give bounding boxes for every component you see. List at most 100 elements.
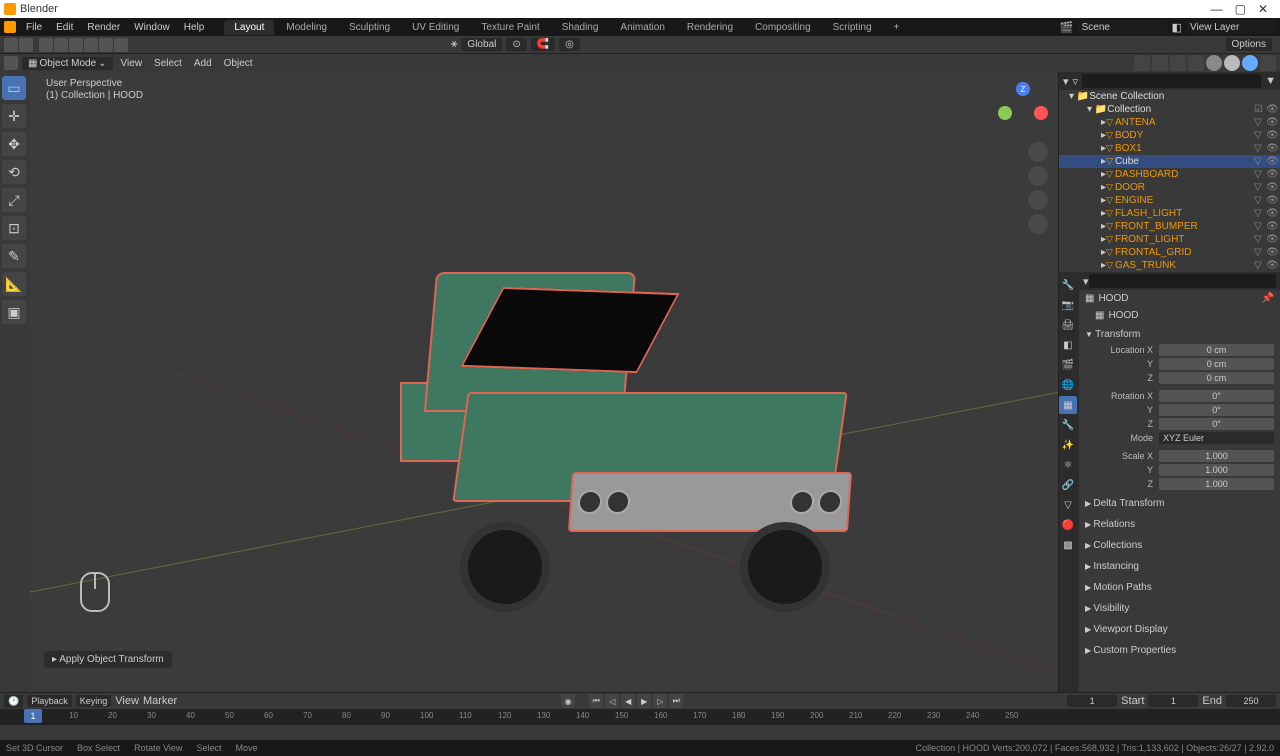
shading-solid-icon[interactable] — [1206, 55, 1222, 71]
perspective-toggle-icon[interactable] — [1028, 214, 1048, 234]
eye-icon[interactable]: 👁 — [1266, 143, 1276, 154]
eye-icon[interactable]: 👁 — [1266, 234, 1276, 245]
workspace-layout[interactable]: Layout — [224, 20, 274, 35]
snap-dropdown[interactable]: 🧲 — [531, 38, 555, 51]
prop-tab-viewlayer[interactable]: ◧ — [1059, 336, 1077, 354]
eye-icon[interactable]: 👁 — [1266, 104, 1276, 115]
eye-icon[interactable]: 👁 — [1266, 247, 1276, 258]
scale-tool[interactable]: ⤢ — [2, 188, 26, 212]
mesh-data-icon[interactable]: ▽ — [1254, 208, 1264, 219]
workspace-add[interactable]: + — [884, 20, 910, 35]
camera-icon[interactable] — [1028, 190, 1048, 210]
axis-z[interactable]: Z — [1016, 82, 1030, 96]
properties-section-header[interactable]: Instancing — [1085, 558, 1274, 575]
properties-section-header[interactable]: Motion Paths — [1085, 579, 1274, 596]
mesh-data-icon[interactable]: ▽ — [1254, 117, 1264, 128]
shading-options-icon[interactable] — [1260, 55, 1276, 71]
properties-dataname[interactable]: ▦ HOOD — [1079, 307, 1280, 324]
snap-icon-5[interactable] — [99, 38, 113, 52]
prop-tab-tool[interactable]: 🔧 — [1059, 276, 1077, 294]
select-box-tool[interactable]: ▭ — [2, 76, 26, 100]
keyframe-next-icon[interactable]: ▷ — [653, 694, 667, 708]
mesh-data-icon[interactable]: ▽ — [1254, 130, 1264, 141]
rotation-x-field[interactable]: 0° — [1159, 390, 1274, 402]
workspace-uvediting[interactable]: UV Editing — [402, 20, 469, 35]
eye-icon[interactable]: 👁 — [1266, 182, 1276, 193]
menu-edit[interactable]: Edit — [50, 22, 79, 33]
eye-icon[interactable]: 👁 — [1266, 208, 1276, 219]
mesh-data-icon[interactable]: ▽ — [1254, 247, 1264, 258]
rotation-y-field[interactable]: 0° — [1159, 404, 1274, 416]
zoom-icon[interactable] — [1028, 142, 1048, 162]
pivot-dropdown[interactable]: ⊙ — [506, 38, 526, 51]
snap-icon-3[interactable] — [69, 38, 83, 52]
workspace-animation[interactable]: Animation — [610, 20, 674, 35]
viewport-menu-add[interactable]: Add — [190, 58, 216, 69]
play-icon[interactable]: ▶ — [637, 694, 651, 708]
properties-search[interactable] — [1089, 274, 1276, 288]
mesh-data-icon[interactable]: ▽ — [1254, 221, 1264, 232]
outliner-item[interactable]: ▸ ▽ ANTENA▽👁 — [1059, 116, 1280, 129]
eye-icon[interactable]: 👁 — [1266, 130, 1276, 141]
outliner-item[interactable]: ▸ ▽ Cube▽👁 — [1059, 155, 1280, 168]
pan-icon[interactable] — [1028, 166, 1048, 186]
view-menu[interactable]: View — [115, 695, 139, 707]
properties-section-header[interactable]: Collections — [1085, 537, 1274, 554]
eye-icon[interactable]: 👁 — [1266, 169, 1276, 180]
viewport-menu-object[interactable]: Object — [220, 58, 257, 69]
outliner-item[interactable]: ▸ ▽ BOX1▽👁 — [1059, 142, 1280, 155]
prop-tab-constraint[interactable]: 🔗 — [1059, 476, 1077, 494]
add-cube-tool[interactable]: ▣ — [2, 300, 26, 324]
outliner-item[interactable]: ▸ ▽ FRONT_LIGHT▽👁 — [1059, 233, 1280, 246]
scale-z-field[interactable]: 1.000 — [1159, 478, 1274, 490]
outliner-item[interactable]: ▸ ▽ DOOR▽👁 — [1059, 181, 1280, 194]
location-z-field[interactable]: 0 cm — [1159, 372, 1274, 384]
snap-icon-2[interactable] — [54, 38, 68, 52]
viewport-menu-view[interactable]: View — [117, 58, 147, 69]
orientation-dropdown[interactable]: Global — [461, 38, 502, 51]
mesh-data-icon[interactable]: ▽ — [1254, 169, 1264, 180]
3d-viewport[interactable]: User Perspective (1) Collection | HOOD — [30, 72, 1058, 692]
timeline-ruler[interactable]: 1 10203040506070809010011012013014015016… — [0, 709, 1280, 725]
axis-x[interactable] — [1034, 106, 1048, 120]
prop-tab-scene[interactable]: 🎬 — [1059, 356, 1077, 374]
outliner-item[interactable]: ▸ ▽ FLASH_LIGHT▽👁 — [1059, 207, 1280, 220]
shading-rendered-icon[interactable] — [1242, 55, 1258, 71]
orientation-axis-icon[interactable]: ⚹ — [451, 38, 458, 51]
outliner-item[interactable]: ▸ ▽ FRONTAL_GRID▽👁 — [1059, 246, 1280, 259]
mesh-data-icon[interactable]: ▽ — [1254, 143, 1264, 154]
keying-menu[interactable]: Keying — [76, 695, 112, 707]
workspace-texturepaint[interactable]: Texture Paint — [471, 20, 549, 35]
properties-section-header[interactable]: Relations — [1085, 516, 1274, 533]
props-options-icon[interactable]: ▾ — [1083, 275, 1089, 288]
select-tool-icon[interactable] — [19, 38, 33, 52]
move-tool[interactable]: ✥ — [2, 132, 26, 156]
mesh-data-icon[interactable]: ▽ — [1254, 195, 1264, 206]
start-frame-field[interactable]: 1 — [1148, 695, 1198, 707]
eye-icon[interactable]: 👁 — [1266, 221, 1276, 232]
gizmo-visibility-icon[interactable] — [1134, 55, 1150, 71]
rotation-mode-dropdown[interactable]: XYZ Euler — [1159, 432, 1274, 444]
menu-help[interactable]: Help — [178, 22, 211, 33]
mesh-data-icon[interactable]: ▽ — [1254, 156, 1264, 167]
outliner-root[interactable]: ▾ 📁 Scene Collection — [1059, 90, 1280, 103]
transform-section-header[interactable]: Transform — [1085, 326, 1274, 343]
xray-icon[interactable] — [1170, 55, 1186, 71]
blender-icon[interactable] — [4, 21, 16, 33]
outliner-item[interactable]: ▸ ▽ DASHBOARD▽👁 — [1059, 168, 1280, 181]
measure-tool[interactable]: 📐 — [2, 272, 26, 296]
editor-type-icon[interactable] — [4, 56, 18, 70]
prop-tab-output[interactable]: 🖨 — [1059, 316, 1077, 334]
close-button[interactable]: ✕ — [1258, 2, 1268, 16]
eye-icon[interactable]: 👁 — [1266, 195, 1276, 206]
outliner-item[interactable]: ▸ ▽ FRONT_BUMPER▽👁 — [1059, 220, 1280, 233]
marker-menu[interactable]: Marker — [143, 695, 177, 707]
viewport-menu-select[interactable]: Select — [150, 58, 186, 69]
menu-render[interactable]: Render — [81, 22, 126, 33]
scale-y-field[interactable]: 1.000 — [1159, 464, 1274, 476]
navigation-gizmo[interactable]: Z — [998, 82, 1048, 132]
snap-icon-4[interactable] — [84, 38, 98, 52]
snap-element-icon[interactable] — [39, 38, 53, 52]
outliner-filter-icon[interactable]: ▿ — [1073, 75, 1079, 88]
workspace-modeling[interactable]: Modeling — [276, 20, 337, 35]
